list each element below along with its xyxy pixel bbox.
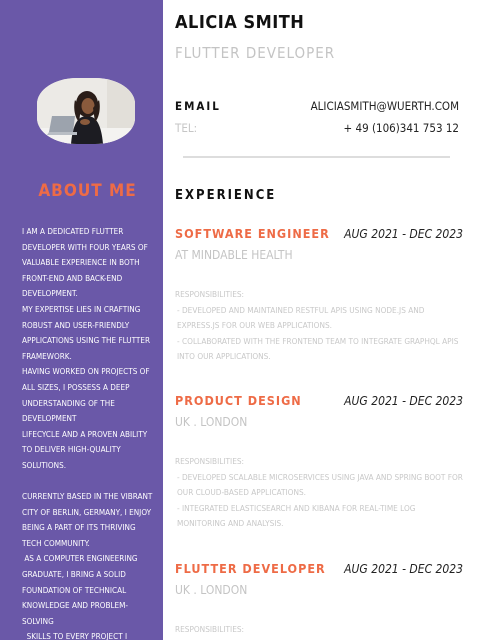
profile-photo xyxy=(37,78,135,144)
responsibility-item: - INTEGRATED ELASTICSEARCH AND KIBANA FO… xyxy=(177,502,416,529)
about-paragraph: I AM A DEDICATED FLUTTER DEVELOPER WITH … xyxy=(22,226,151,299)
about-me-heading: ABOUT ME xyxy=(38,181,137,201)
name-heading: ALICIA SMITH xyxy=(175,12,305,33)
job-title: PRODUCT DESIGN xyxy=(175,393,302,408)
about-paragraph: LIFECYCLE AND A PROVEN ABILITY TO DELIVE… xyxy=(22,428,150,470)
email-value[interactable]: ALICIASMITH@WUERTH.COM xyxy=(311,99,459,113)
resume-page: ABOUT ME I AM A DEDICATED FLUTTER DEVELO… xyxy=(0,0,478,640)
about-paragraph: CURRENTLY BASED IN THE VIBRANT CITY OF B… xyxy=(22,491,155,548)
responsibilities-label: RESPONSIBILITIES: xyxy=(175,456,245,466)
responsibilities-label: RESPONSIBILITIES: xyxy=(175,624,245,634)
job-dates: AUG 2021 - DEC 2023 xyxy=(344,227,463,241)
about-paragraph: HAVING WORKED ON PROJECTS OF ALL SIZES, … xyxy=(22,366,152,424)
job-company: UK . LONDON xyxy=(175,583,248,597)
responsibility-item: - DEVELOPED SCALABLE MICROSERVICES USING… xyxy=(177,471,463,498)
responsibility-item: - COLLABORATED WITH THE FRONTEND TEAM TO… xyxy=(177,335,459,362)
about-me-text: I AM A DEDICATED FLUTTER DEVELOPER WITH … xyxy=(22,224,154,640)
job-responsibilities: RESPONSIBILITIES: xyxy=(175,622,463,638)
job-dates: AUG 2021 - DEC 2023 xyxy=(344,562,463,576)
job-dates: AUG 2021 - DEC 2023 xyxy=(344,394,463,408)
experience-heading: EXPERIENCE xyxy=(175,188,277,203)
about-paragraph: MY EXPERTISE LIES IN CRAFTING ROBUST AND… xyxy=(22,303,153,361)
sidebar: ABOUT ME I AM A DEDICATED FLUTTER DEVELO… xyxy=(0,0,163,640)
job-title: SOFTWARE ENGINEER xyxy=(175,226,330,241)
about-paragraph: SKILLS TO EVERY PROJECT I UNDERT... xyxy=(26,631,128,640)
job-responsibilities: RESPONSIBILITIES: - DEVELOPED AND MAINTA… xyxy=(175,287,463,365)
tel-value[interactable]: + 49 (106)341 753 12 xyxy=(344,121,459,135)
job-company: UK . LONDON xyxy=(175,415,248,429)
job-responsibilities: RESPONSIBILITIES: - DEVELOPED SCALABLE M… xyxy=(175,454,463,532)
responsibilities-label: RESPONSIBILITIES: xyxy=(175,289,245,299)
responsibility-item: - DEVELOPED AND MAINTAINED RESTFUL APIS … xyxy=(177,304,425,331)
email-label: EMAIL xyxy=(175,99,221,113)
divider xyxy=(183,156,450,158)
job-company: AT MINDABLE HEALTH xyxy=(175,248,293,262)
about-paragraph: AS A COMPUTER ENGINEERING GRADUATE, I BR… xyxy=(22,553,140,626)
profile-photo-image xyxy=(37,78,135,144)
role-subtitle: FLUTTER DEVELOPER xyxy=(175,44,336,62)
tel-label: TEL: xyxy=(175,121,198,135)
job-title: FLUTTER DEVELOPER xyxy=(175,561,326,576)
